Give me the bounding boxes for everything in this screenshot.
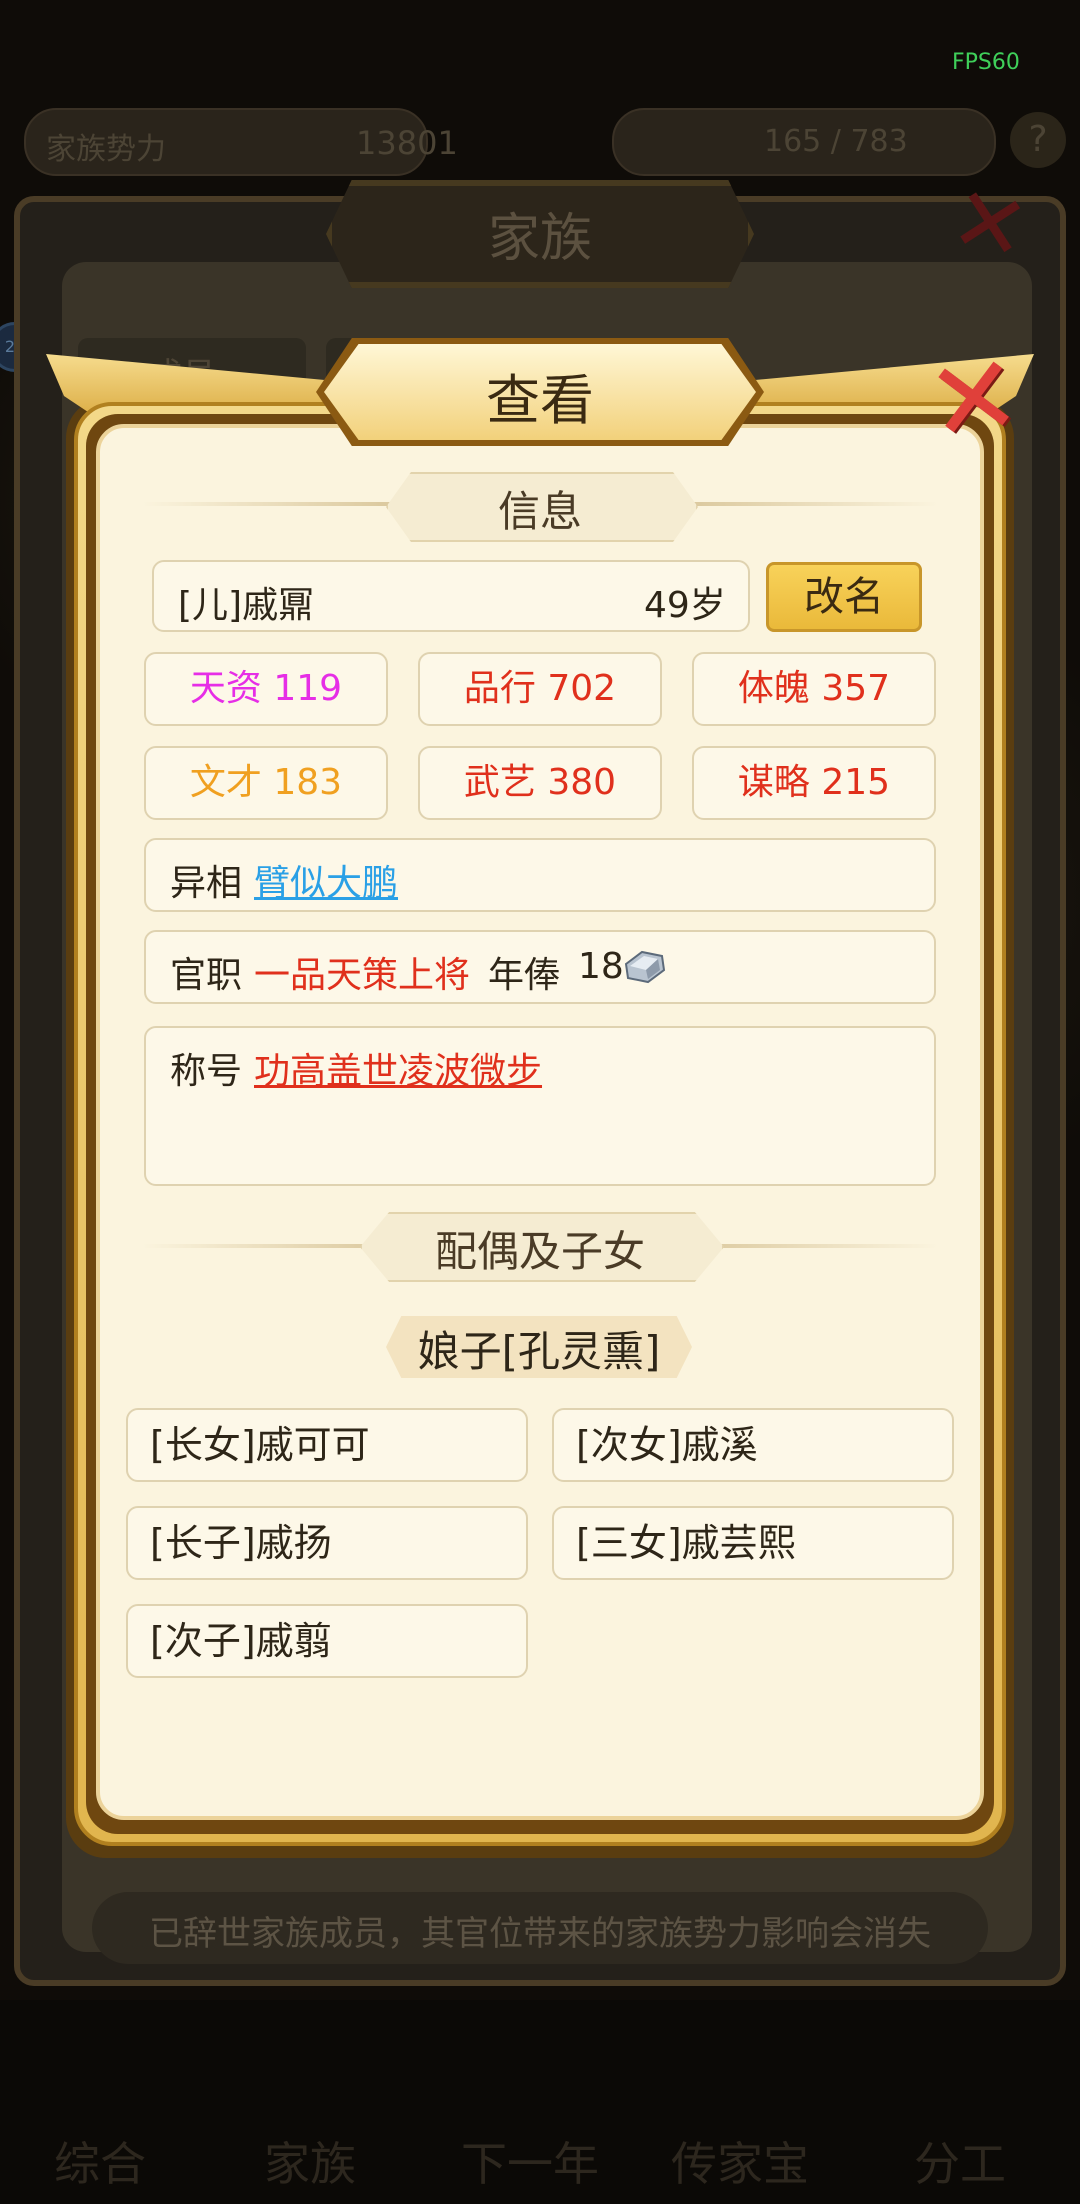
stat-literary: 文才 183 — [144, 746, 388, 820]
member-age: 49岁 — [644, 585, 726, 626]
stat-strategy-label: 谋略 — [737, 762, 810, 803]
stat-conduct-value: 702 — [547, 668, 617, 709]
member-name: [儿]戚鼏 — [178, 585, 315, 626]
salary-value: 18 — [578, 946, 624, 987]
stat-aptitude-label: 天资 — [189, 668, 262, 709]
nav-heirloom: 传家宝 — [671, 2137, 809, 2191]
close-icon[interactable]: ✕ — [907, 329, 1041, 469]
family-title: 家族 — [487, 209, 592, 269]
honor-title-label: 称号 — [170, 1051, 243, 1092]
stat-strategy-value: 215 — [821, 762, 891, 803]
salary-label: 年俸 — [488, 955, 561, 996]
family-power-value: 13801 — [356, 124, 458, 162]
child-item[interactable]: [长女]戚可可 — [126, 1408, 528, 1482]
stat-literary-label: 文才 — [189, 762, 262, 803]
stat-martial-value: 380 — [547, 762, 617, 803]
nav-assign: 分工 — [914, 2137, 1006, 2191]
stat-physique-label: 体魄 — [737, 668, 810, 709]
trait-field: 异相 臂似大鹏 — [144, 838, 936, 912]
nav-next-year: 下一年 — [461, 2137, 599, 2191]
family-power-label: 家族势力 — [46, 132, 166, 167]
stat-literary-value: 183 — [273, 762, 343, 803]
office-label: 官职 — [170, 955, 243, 996]
resource-bar: 165 / 783 — [612, 108, 996, 176]
stat-conduct-label: 品行 — [463, 668, 536, 709]
child-item[interactable]: [三女]戚芸熙 — [552, 1506, 954, 1580]
stat-aptitude-value: 119 — [273, 668, 343, 709]
spouse-name[interactable]: 娘子[孔灵熏] — [386, 1318, 692, 1379]
nav-general: 综合 — [54, 2137, 146, 2191]
stat-strategy: 谋略 215 — [692, 746, 936, 820]
stat-martial: 武艺 380 — [418, 746, 662, 820]
honor-title-link[interactable]: 功高盖世凌波微步 — [254, 1042, 542, 1094]
child-item[interactable]: [次女]戚溪 — [552, 1408, 954, 1482]
stat-physique-value: 357 — [821, 668, 891, 709]
dialog-title: 查看 — [486, 369, 594, 432]
stat-aptitude: 天资 119 — [144, 652, 388, 726]
office-value: 一品天策上将 — [254, 955, 471, 996]
family-power-bar: 家族势力 13801 — [24, 108, 458, 176]
office-field: 官职 一品天策上将 年俸 18 — [144, 930, 936, 1004]
trait-link[interactable]: 臂似大鹏 — [254, 854, 398, 906]
deceased-note-text: 已辞世家族成员，其官位带来的家族势力影响会消失 — [149, 1914, 931, 1954]
stat-martial-label: 武艺 — [463, 762, 536, 803]
child-item[interactable]: [长子]戚扬 — [126, 1506, 528, 1580]
deceased-note: 已辞世家族成员，其官位带来的家族势力影响会消失 — [92, 1892, 988, 1964]
section-info-title: 信息 — [497, 487, 582, 536]
member-name-field: [儿]戚鼏 49岁 — [152, 560, 750, 632]
fps-counter: FPS60 — [952, 50, 1020, 75]
child-item[interactable]: [次子]戚翦 — [126, 1604, 528, 1678]
help-icon[interactable]: ? — [1010, 112, 1066, 168]
stat-physique: 体魄 357 — [692, 652, 936, 726]
honor-title-field: 称号 功高盖世凌波微步 — [144, 1026, 936, 1186]
section-family-title: 配偶及子女 — [434, 1227, 645, 1276]
stat-conduct: 品行 702 — [418, 652, 662, 726]
trait-label: 异相 — [170, 863, 243, 904]
resource-value: 165 / 783 — [764, 124, 908, 159]
nav-family: 家族 — [264, 2137, 356, 2191]
rename-button[interactable]: 改名 — [766, 562, 922, 632]
silver-ingot-icon — [624, 950, 666, 984]
